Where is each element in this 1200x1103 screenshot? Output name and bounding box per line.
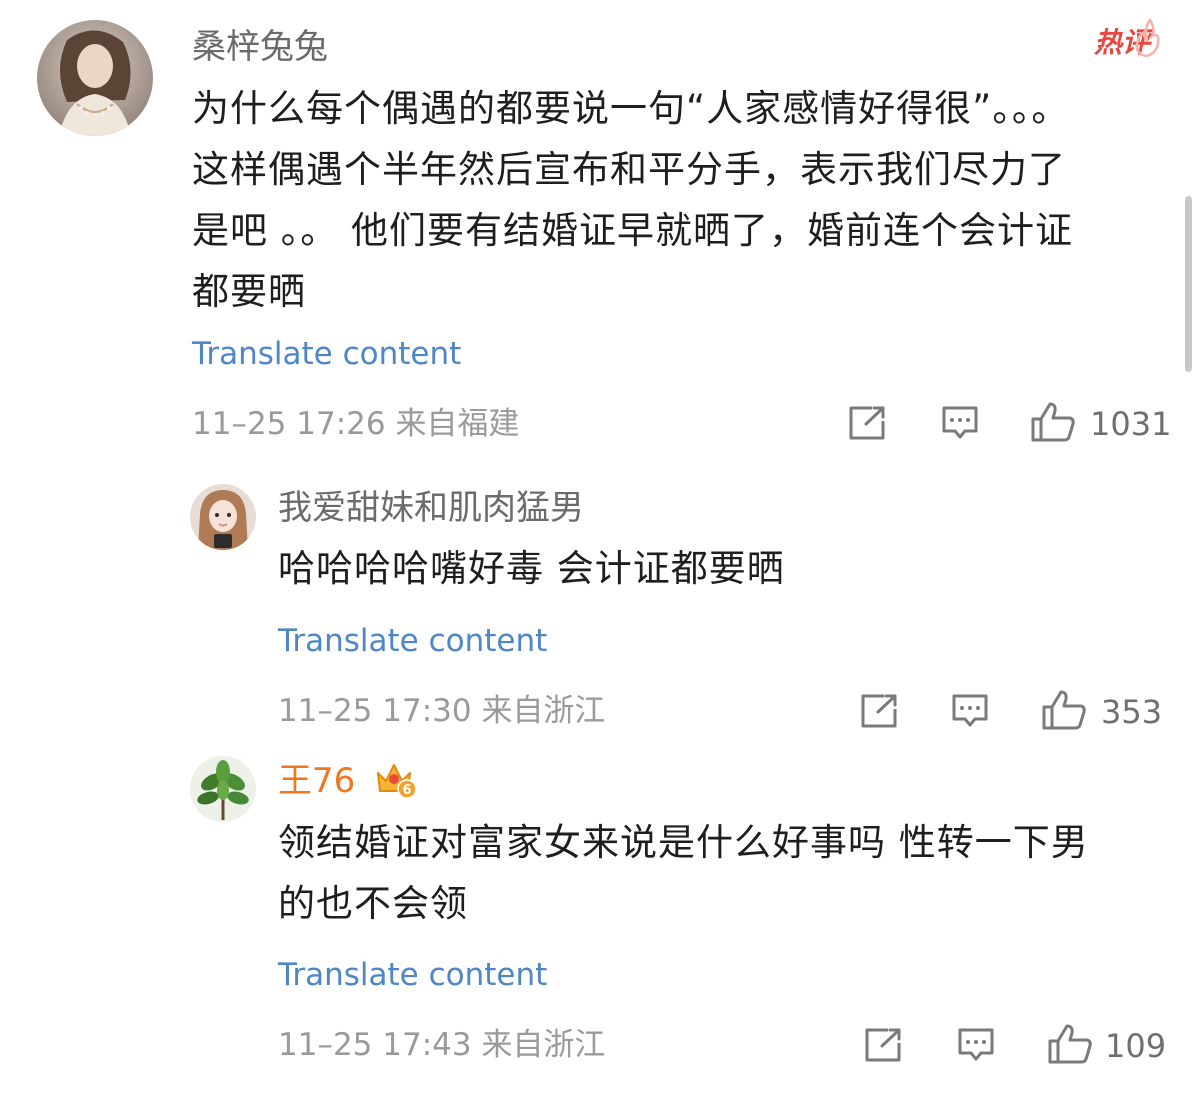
- share-icon[interactable]: [860, 693, 900, 729]
- author-name[interactable]: 我爱甜妹和肌肉猛男: [278, 488, 584, 528]
- vip-level: 6: [402, 783, 411, 798]
- translate-link[interactable]: Translate content: [278, 957, 547, 993]
- comment-text: 为什么每个偶遇的都要说一句“人家感情好得很”。。。 这样偶遇个半年然后宣布和平分…: [192, 78, 1073, 322]
- like-icon[interactable]: [1041, 689, 1087, 731]
- reply-text-line: 的也不会领: [278, 882, 468, 925]
- like-icon[interactable]: [1030, 401, 1076, 443]
- reply-meta: 11–25 17:30 来自浙江: [278, 693, 606, 729]
- author-name[interactable]: 王76: [278, 761, 355, 801]
- avatar[interactable]: [37, 20, 153, 136]
- comment-icon[interactable]: [957, 1027, 995, 1063]
- like-count: 1031: [1090, 405, 1172, 443]
- reply-text: 哈哈哈哈嘴好毒 会计证都要晒: [278, 538, 785, 599]
- comment-text-line: 是吧 。。 他们要有结婚证早就晒了，婚前连个会计证: [192, 209, 1074, 252]
- comment-text-line: 这样偶遇个半年然后宣布和平分手，表示我们尽力了: [192, 148, 1066, 191]
- comment-icon[interactable]: [941, 405, 979, 441]
- reply-text-line: 哈哈哈哈嘴好毒 会计证都要晒: [278, 547, 785, 590]
- reply-meta: 11–25 17:43 来自浙江: [278, 1027, 606, 1063]
- share-icon[interactable]: [864, 1027, 904, 1063]
- like-count: 109: [1105, 1027, 1167, 1065]
- comment-meta: 11–25 17:26 来自福建: [192, 406, 520, 442]
- avatar[interactable]: [190, 756, 256, 822]
- crown-icon: 6: [374, 759, 418, 803]
- reply-text-line: 领结婚证对富家女来说是什么好事吗 性转一下男: [278, 821, 1089, 864]
- comment-icon[interactable]: [951, 693, 989, 729]
- share-icon[interactable]: [848, 405, 888, 441]
- scrollbar[interactable]: [1185, 196, 1192, 372]
- reply-text: 领结婚证对富家女来说是什么好事吗 性转一下男 的也不会领: [278, 812, 1089, 934]
- comment-text-line: 都要晒: [192, 270, 306, 313]
- flame-icon: [1135, 18, 1160, 58]
- like-icon[interactable]: [1047, 1023, 1093, 1065]
- translate-link[interactable]: Translate content: [192, 336, 461, 372]
- translate-link[interactable]: Translate content: [278, 623, 547, 659]
- hot-comment-badge: 热评: [1090, 18, 1162, 66]
- like-count: 353: [1101, 693, 1163, 731]
- author-name[interactable]: 桑梓兔兔: [192, 27, 328, 67]
- avatar[interactable]: [190, 484, 256, 550]
- comment-text-line: 为什么每个偶遇的都要说一句“人家感情好得很”。。。: [192, 87, 1070, 130]
